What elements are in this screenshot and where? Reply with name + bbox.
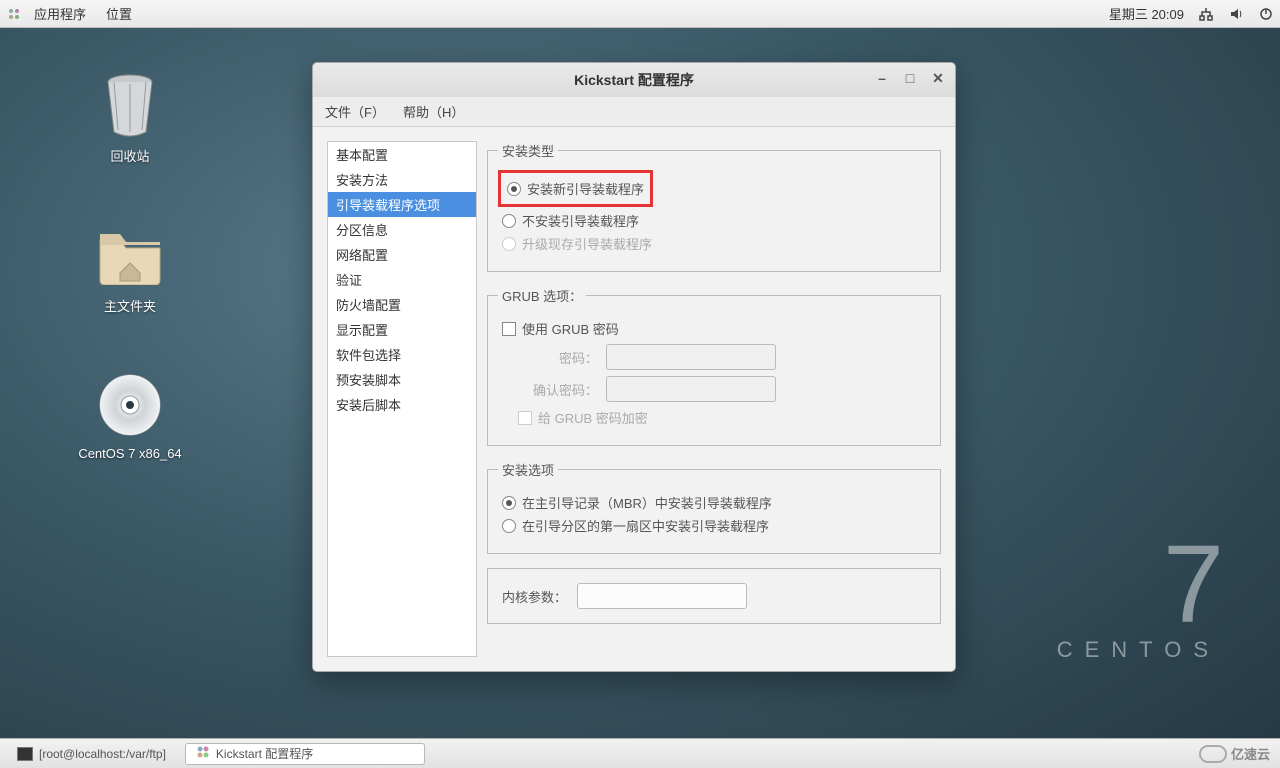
task-kickstart[interactable]: Kickstart 配置程序 [185,743,425,765]
group-install-type: 安装类型 安装新引导装载程序 不安装引导装载程序 升级现存引导装载程序 [487,141,941,272]
radio-no-install[interactable]: 不安装引导装载程序 [502,211,930,230]
window-title: Kickstart 配置程序 [574,70,694,90]
legend-install-type: 安装类型 [498,141,558,160]
label-kernel-params: 内核参数： [502,587,567,606]
kickstart-window: Kickstart 配置程序 – □ ✕ 文件（F） 帮助（H） 基本配置 安装… [312,62,956,672]
power-icon[interactable] [1258,6,1274,22]
sidebar-item-partition[interactable]: 分区信息 [328,217,476,242]
checkbox-icon [518,411,532,425]
radio-install-mbr[interactable]: 在主引导记录（MBR）中安装引导装载程序 [502,493,930,512]
desktop-trash[interactable]: 回收站 [70,70,190,165]
desktop-disc[interactable]: CentOS 7 x86_64 [70,370,190,461]
radio-icon [502,237,516,251]
label-password: 密码： [518,348,598,367]
app-icon [196,745,210,762]
group-install-options: 安装选项 在主引导记录（MBR）中安装引导装载程序 在引导分区的第一扇区中安装引… [487,460,941,554]
close-button[interactable]: ✕ [929,69,947,87]
sidebar-item-auth[interactable]: 验证 [328,267,476,292]
desktop-home-label: 主文件夹 [70,296,190,315]
cloud-icon [1199,745,1227,763]
gnome-icon [6,6,22,22]
input-password [606,344,776,370]
checkbox-encrypt-pw: 给 GRUB 密码加密 [518,408,930,427]
menu-places[interactable]: 位置 [98,4,140,23]
menu-help[interactable]: 帮助（H） [403,102,464,121]
task-terminal[interactable]: [root@localhost:/var/ftp] [6,743,177,765]
radio-icon [502,214,516,228]
titlebar[interactable]: Kickstart 配置程序 – □ ✕ [313,63,955,97]
desktop-disc-label: CentOS 7 x86_64 [70,446,190,461]
desktop-home[interactable]: 主文件夹 [70,220,190,315]
radio-install-new[interactable]: 安装新引导装载程序 [507,179,644,198]
sidebar-item-firewall[interactable]: 防火墙配置 [328,292,476,317]
highlight-box: 安装新引导装载程序 [498,170,653,207]
top-panel: 应用程序 位置 星期三 20:09 [0,0,1280,28]
menubar: 文件（F） 帮助（H） [313,97,955,127]
maximize-button[interactable]: □ [901,69,919,87]
network-icon[interactable] [1198,6,1214,22]
sidebar-item-post-script[interactable]: 安装后脚本 [328,392,476,417]
label-confirm-password: 确认密码： [518,380,598,399]
menu-file[interactable]: 文件（F） [325,102,385,121]
checkbox-icon [502,322,516,336]
legend-grub: GRUB 选项： [498,286,586,305]
disc-icon [95,370,165,440]
sidebar-item-packages[interactable]: 软件包选择 [328,342,476,367]
sidebar-item-display[interactable]: 显示配置 [328,317,476,342]
sidebar-item-install-method[interactable]: 安装方法 [328,167,476,192]
sidebar-item-bootloader[interactable]: 引导装载程序选项 [328,192,476,217]
minimize-button[interactable]: – [873,69,891,87]
clock[interactable]: 星期三 20:09 [1109,4,1184,23]
input-confirm-password [606,376,776,402]
radio-icon [502,519,516,533]
radio-icon [507,182,521,196]
centos-wallpaper-brand: 7 CENTOS [1057,541,1220,663]
group-grub-options: GRUB 选项： 使用 GRUB 密码 密码： 确认密码： 给 GRUB 密码加… [487,286,941,446]
checkbox-use-grub-pw[interactable]: 使用 GRUB 密码 [502,319,930,338]
radio-install-first-sector[interactable]: 在引导分区的第一扇区中安装引导装载程序 [502,516,930,535]
bottom-panel: [root@localhost:/var/ftp] Kickstart 配置程序 [0,738,1280,768]
terminal-icon [17,747,33,761]
sidebar: 基本配置 安装方法 引导装载程序选项 分区信息 网络配置 验证 防火墙配置 显示… [327,141,477,657]
watermark: 亿速云 [1199,744,1270,763]
group-kernel: 内核参数： [487,568,941,624]
folder-home-icon [95,220,165,290]
desktop-trash-label: 回收站 [70,146,190,165]
sidebar-item-basic[interactable]: 基本配置 [328,142,476,167]
sidebar-item-network[interactable]: 网络配置 [328,242,476,267]
input-kernel-params[interactable] [577,583,747,609]
radio-icon [502,496,516,510]
sidebar-item-pre-script[interactable]: 预安装脚本 [328,367,476,392]
legend-install-options: 安装选项 [498,460,558,479]
volume-icon[interactable] [1228,6,1244,22]
trash-icon [95,70,165,140]
radio-upgrade: 升级现存引导装载程序 [502,234,930,253]
menu-applications[interactable]: 应用程序 [26,4,94,23]
